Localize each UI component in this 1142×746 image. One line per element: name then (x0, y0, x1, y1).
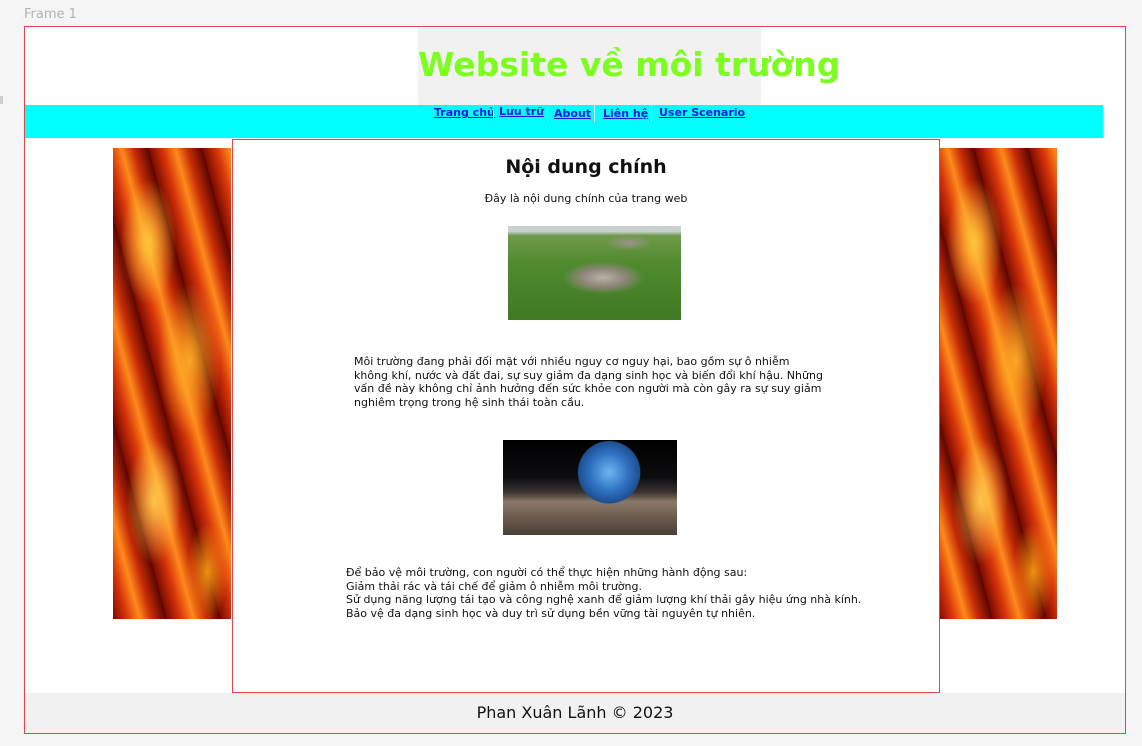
action-item: Giảm thải rác và tái chế để giảm ô nhiễm… (346, 579, 642, 593)
content-paragraph: Môi trường đang phải đối mặt với nhiều n… (354, 355, 823, 409)
fire-image-left (113, 148, 231, 619)
actions-intro: Để bảo vệ môi trường, con người có thể t… (346, 566, 748, 579)
garbage-field-image (508, 226, 681, 320)
canvas-marker (0, 96, 3, 104)
nav-link-about[interactable]: About (554, 107, 591, 120)
navbar: Trang chủ Lưu trữ About Liên hệ User Sce… (25, 105, 1103, 138)
nav-divider (547, 105, 548, 122)
nav-link-trang-chu[interactable]: Trang chủ (434, 106, 495, 119)
nav-link-user-scenario[interactable]: User Scenario (659, 106, 745, 119)
frame-label: Frame 1 (24, 7, 77, 22)
frame: Website về môi trường Trang chủ Lưu trữ … (24, 26, 1126, 734)
nav-divider (651, 105, 652, 122)
nav-divider (594, 105, 595, 122)
fire-image-right (939, 148, 1057, 619)
footer-text: Phan Xuân Lãnh © 2023 (476, 703, 674, 722)
nav-divider (493, 105, 494, 122)
content-subtitle: Đây là nội dung chính của trang web (484, 192, 688, 205)
actions-list: Để bảo vệ môi trường, con người có thể t… (346, 566, 862, 620)
action-item: Bảo vệ đa dạng sinh học và duy trì sử dụ… (346, 606, 756, 620)
nav-link-luu-tru[interactable]: Lưu trữ (499, 105, 544, 118)
nav-link-lien-he[interactable]: Liên hệ (603, 107, 648, 120)
earth-pollution-image (503, 440, 677, 535)
action-item: Sử dụng năng lượng tái tạo và công nghệ … (346, 593, 862, 606)
site-title: Website về môi trường (418, 45, 841, 84)
main-content: Nội dung chính Đây là nội dung chính của… (232, 139, 940, 693)
content-title: Nội dung chính (505, 156, 667, 178)
footer: Phan Xuân Lãnh © 2023 (25, 693, 1125, 733)
